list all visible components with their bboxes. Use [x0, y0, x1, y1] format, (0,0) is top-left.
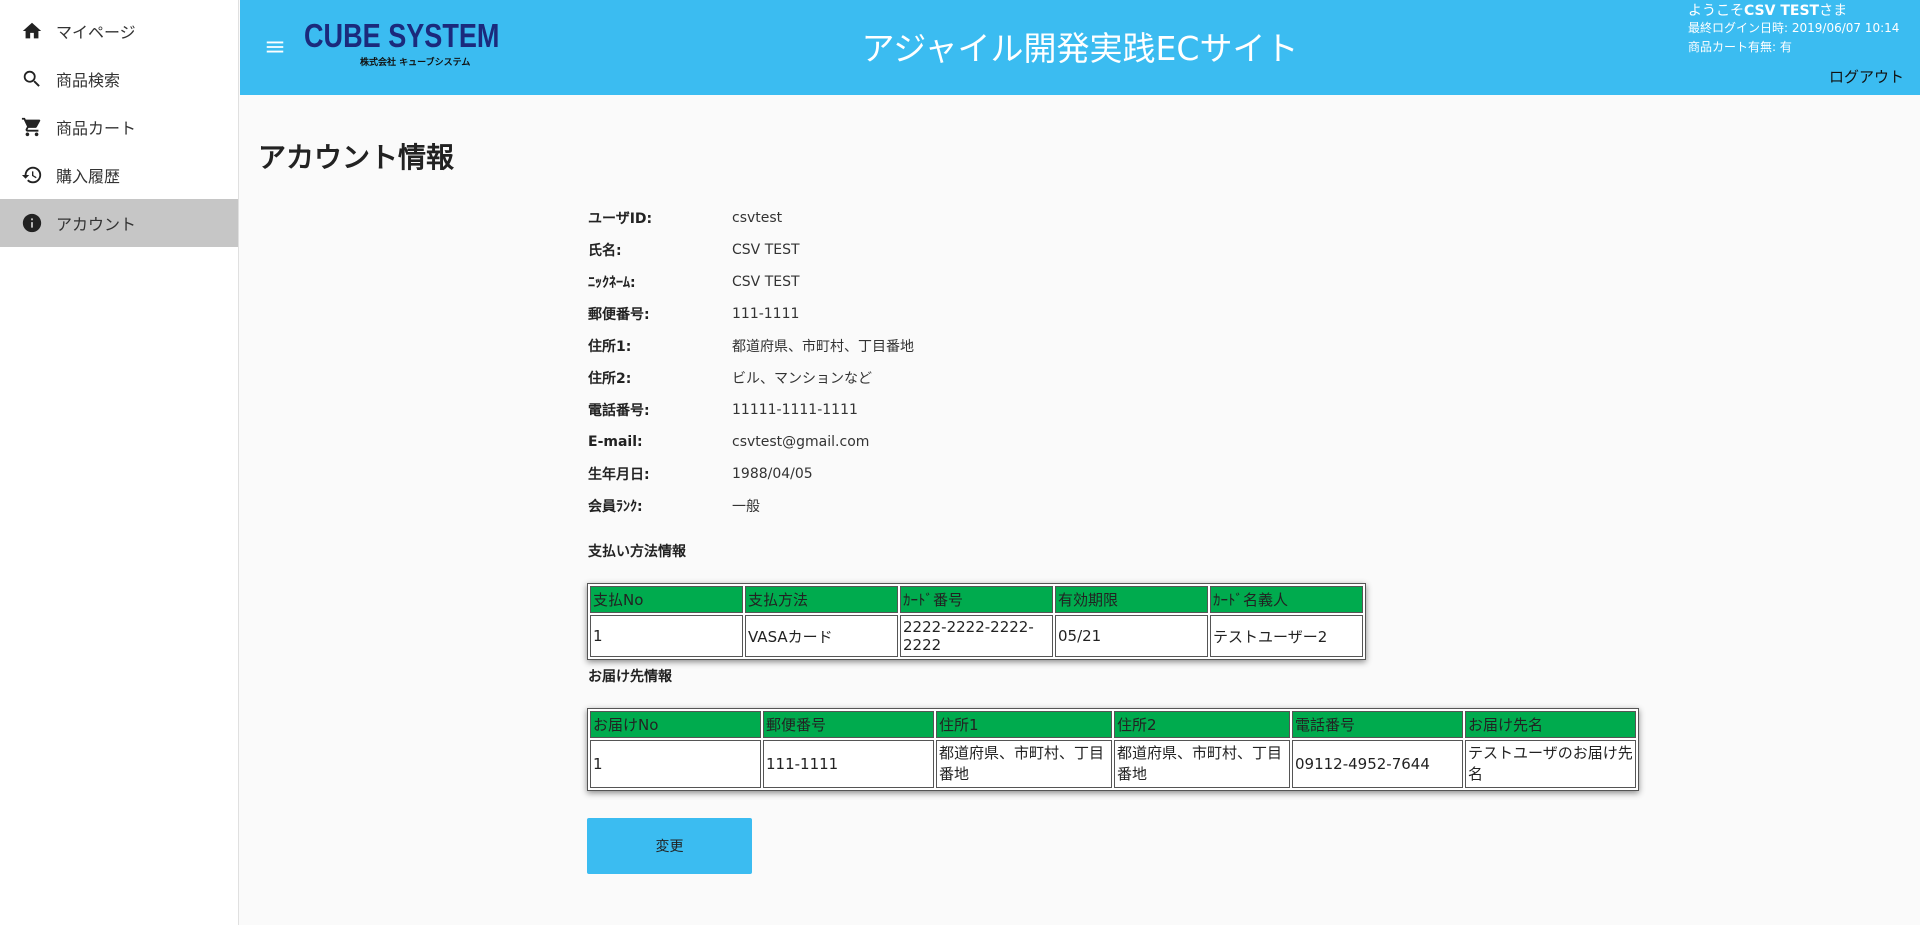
info-label: 住所1: [588, 339, 632, 355]
sidebar-item-label: マイページ [56, 23, 136, 42]
info-value: CSV TEST [732, 274, 800, 290]
column-header: お届けNo [590, 711, 761, 738]
table-cell: 都道府県、市町村、丁目番地 [936, 740, 1112, 788]
column-header: 住所1 [936, 711, 1112, 738]
sidebar-item-label: 商品カート [56, 119, 137, 138]
home-icon [20, 19, 44, 43]
table-cell: 都道府県、市町村、丁目番地 [1114, 740, 1290, 788]
table-row: 1 111-1111 都道府県、市町村、丁目番地 都道府県、市町村、丁目番地 0… [590, 740, 1636, 788]
cart-status: 商品カート有無: 有 [1688, 40, 1792, 54]
column-header: 支払方法 [745, 586, 898, 613]
sidebar-item-mypage[interactable]: マイページ [0, 7, 238, 55]
account-info: ユーザID: csvtest 氏名: CSV TEST ﾆｯｸﾈｰﾑ: CSV … [588, 202, 914, 522]
user-info: ようこそCSV TESTさま 最終ログイン日時: 2019/06/07 10:1… [1688, 2, 1908, 57]
info-label: 生年月日: [588, 467, 650, 483]
delivery-table: お届けNo 郵便番号 住所1 住所2 電話番号 お届け先名 1 111-1111… [587, 708, 1639, 791]
info-row-address2: 住所2: ビル、マンションなど [588, 362, 914, 394]
info-row-birthdate: 生年月日: 1988/04/05 [588, 458, 914, 490]
info-row-email: E-mail: csvtest@gmail.com [588, 426, 914, 458]
search-icon [20, 67, 44, 91]
info-label: ユーザID: [588, 211, 653, 227]
table-row: 1 VASAカード 2222-2222-2222-2222 05/21 テストユ… [590, 615, 1363, 657]
table-cell: 1 [590, 615, 743, 657]
logout-link[interactable]: ログアウト [1829, 66, 1904, 87]
info-value: 111-1111 [732, 306, 800, 322]
info-label: 郵便番号: [588, 307, 650, 323]
info-row-phone: 電話番号: 11111-1111-1111 [588, 394, 914, 426]
column-header: 郵便番号 [763, 711, 934, 738]
info-label: 住所2: [588, 371, 632, 387]
info-row-name: 氏名: CSV TEST [588, 234, 914, 266]
info-row-nickname: ﾆｯｸﾈｰﾑ: CSV TEST [588, 266, 914, 298]
sidebar-item-account[interactable]: アカウント [0, 199, 238, 247]
table-cell: テストユーザのお届け先名 [1465, 740, 1636, 788]
table-cell: テストユーザー2 [1210, 615, 1363, 657]
info-row-userid: ユーザID: csvtest [588, 202, 914, 234]
app-header: CUBE SYSTEM 株式会社 キューブシステム アジャイル開発実践ECサイト… [240, 0, 1920, 95]
column-header: ｶｰﾄﾞ名義人 [1210, 586, 1363, 613]
column-header: お届け先名 [1465, 711, 1636, 738]
column-header: 電話番号 [1292, 711, 1463, 738]
column-header: ｶｰﾄﾞ番号 [900, 586, 1053, 613]
info-value: csvtest [732, 210, 783, 226]
column-header: 住所2 [1114, 711, 1290, 738]
sidebar: マイページ 商品検索 商品カート 購入履歴 アカウント [0, 0, 239, 925]
info-row-postal: 郵便番号: 111-1111 [588, 298, 914, 330]
info-label: ﾆｯｸﾈｰﾑ: [588, 275, 636, 291]
user-name: CSV TEST [1744, 3, 1820, 19]
column-header: 有効期限 [1055, 586, 1208, 613]
info-value: 11111-1111-1111 [732, 402, 858, 418]
change-button[interactable]: 変更 [587, 818, 752, 874]
sidebar-item-label: 購入履歴 [56, 167, 121, 186]
info-value: csvtest@gmail.com [732, 434, 870, 450]
sidebar-item-search[interactable]: 商品検索 [0, 55, 238, 103]
info-value: 一般 [732, 499, 760, 515]
sidebar-item-label: アカウント [56, 215, 137, 234]
table-cell: 2222-2222-2222-2222 [900, 615, 1053, 657]
delivery-section-title: お届け先情報 [588, 669, 672, 685]
info-label: 電話番号: [588, 403, 650, 419]
sidebar-item-label: 商品検索 [56, 71, 121, 90]
sidebar-item-history[interactable]: 購入履歴 [0, 151, 238, 199]
cart-icon [20, 115, 44, 139]
table-cell: 05/21 [1055, 615, 1208, 657]
info-icon [20, 211, 44, 235]
table-cell: 111-1111 [763, 740, 934, 788]
info-label: 氏名: [588, 243, 622, 259]
payment-section-title: 支払い方法情報 [588, 544, 686, 560]
info-row-rank: 会員ﾗﾝｸ: 一般 [588, 490, 914, 522]
info-value: ビル、マンションなど [732, 371, 872, 387]
table-cell: VASAカード [745, 615, 898, 657]
page-title: アカウント情報 [258, 141, 455, 174]
last-login: 最終ログイン日時: 2019/06/07 10:14 [1688, 21, 1900, 35]
table-header-row: 支払No 支払方法 ｶｰﾄﾞ番号 有効期限 ｶｰﾄﾞ名義人 [590, 586, 1363, 613]
sidebar-item-cart[interactable]: 商品カート [0, 103, 238, 151]
info-label: 会員ﾗﾝｸ: [588, 499, 643, 515]
info-label: E-mail: [588, 434, 643, 450]
table-cell: 09112-4952-7644 [1292, 740, 1463, 788]
info-row-address1: 住所1: 都道府県、市町村、丁目番地 [588, 330, 914, 362]
column-header: 支払No [590, 586, 743, 613]
table-header-row: お届けNo 郵便番号 住所1 住所2 電話番号 お届け先名 [590, 711, 1636, 738]
payment-table: 支払No 支払方法 ｶｰﾄﾞ番号 有効期限 ｶｰﾄﾞ名義人 1 VASAカード … [587, 583, 1366, 660]
table-cell: 1 [590, 740, 761, 788]
info-value: 1988/04/05 [732, 466, 813, 482]
history-icon [20, 163, 44, 187]
info-value: CSV TEST [732, 242, 800, 258]
info-value: 都道府県、市町村、丁目番地 [732, 339, 914, 355]
site-title: アジャイル開発実践ECサイト [861, 29, 1299, 68]
